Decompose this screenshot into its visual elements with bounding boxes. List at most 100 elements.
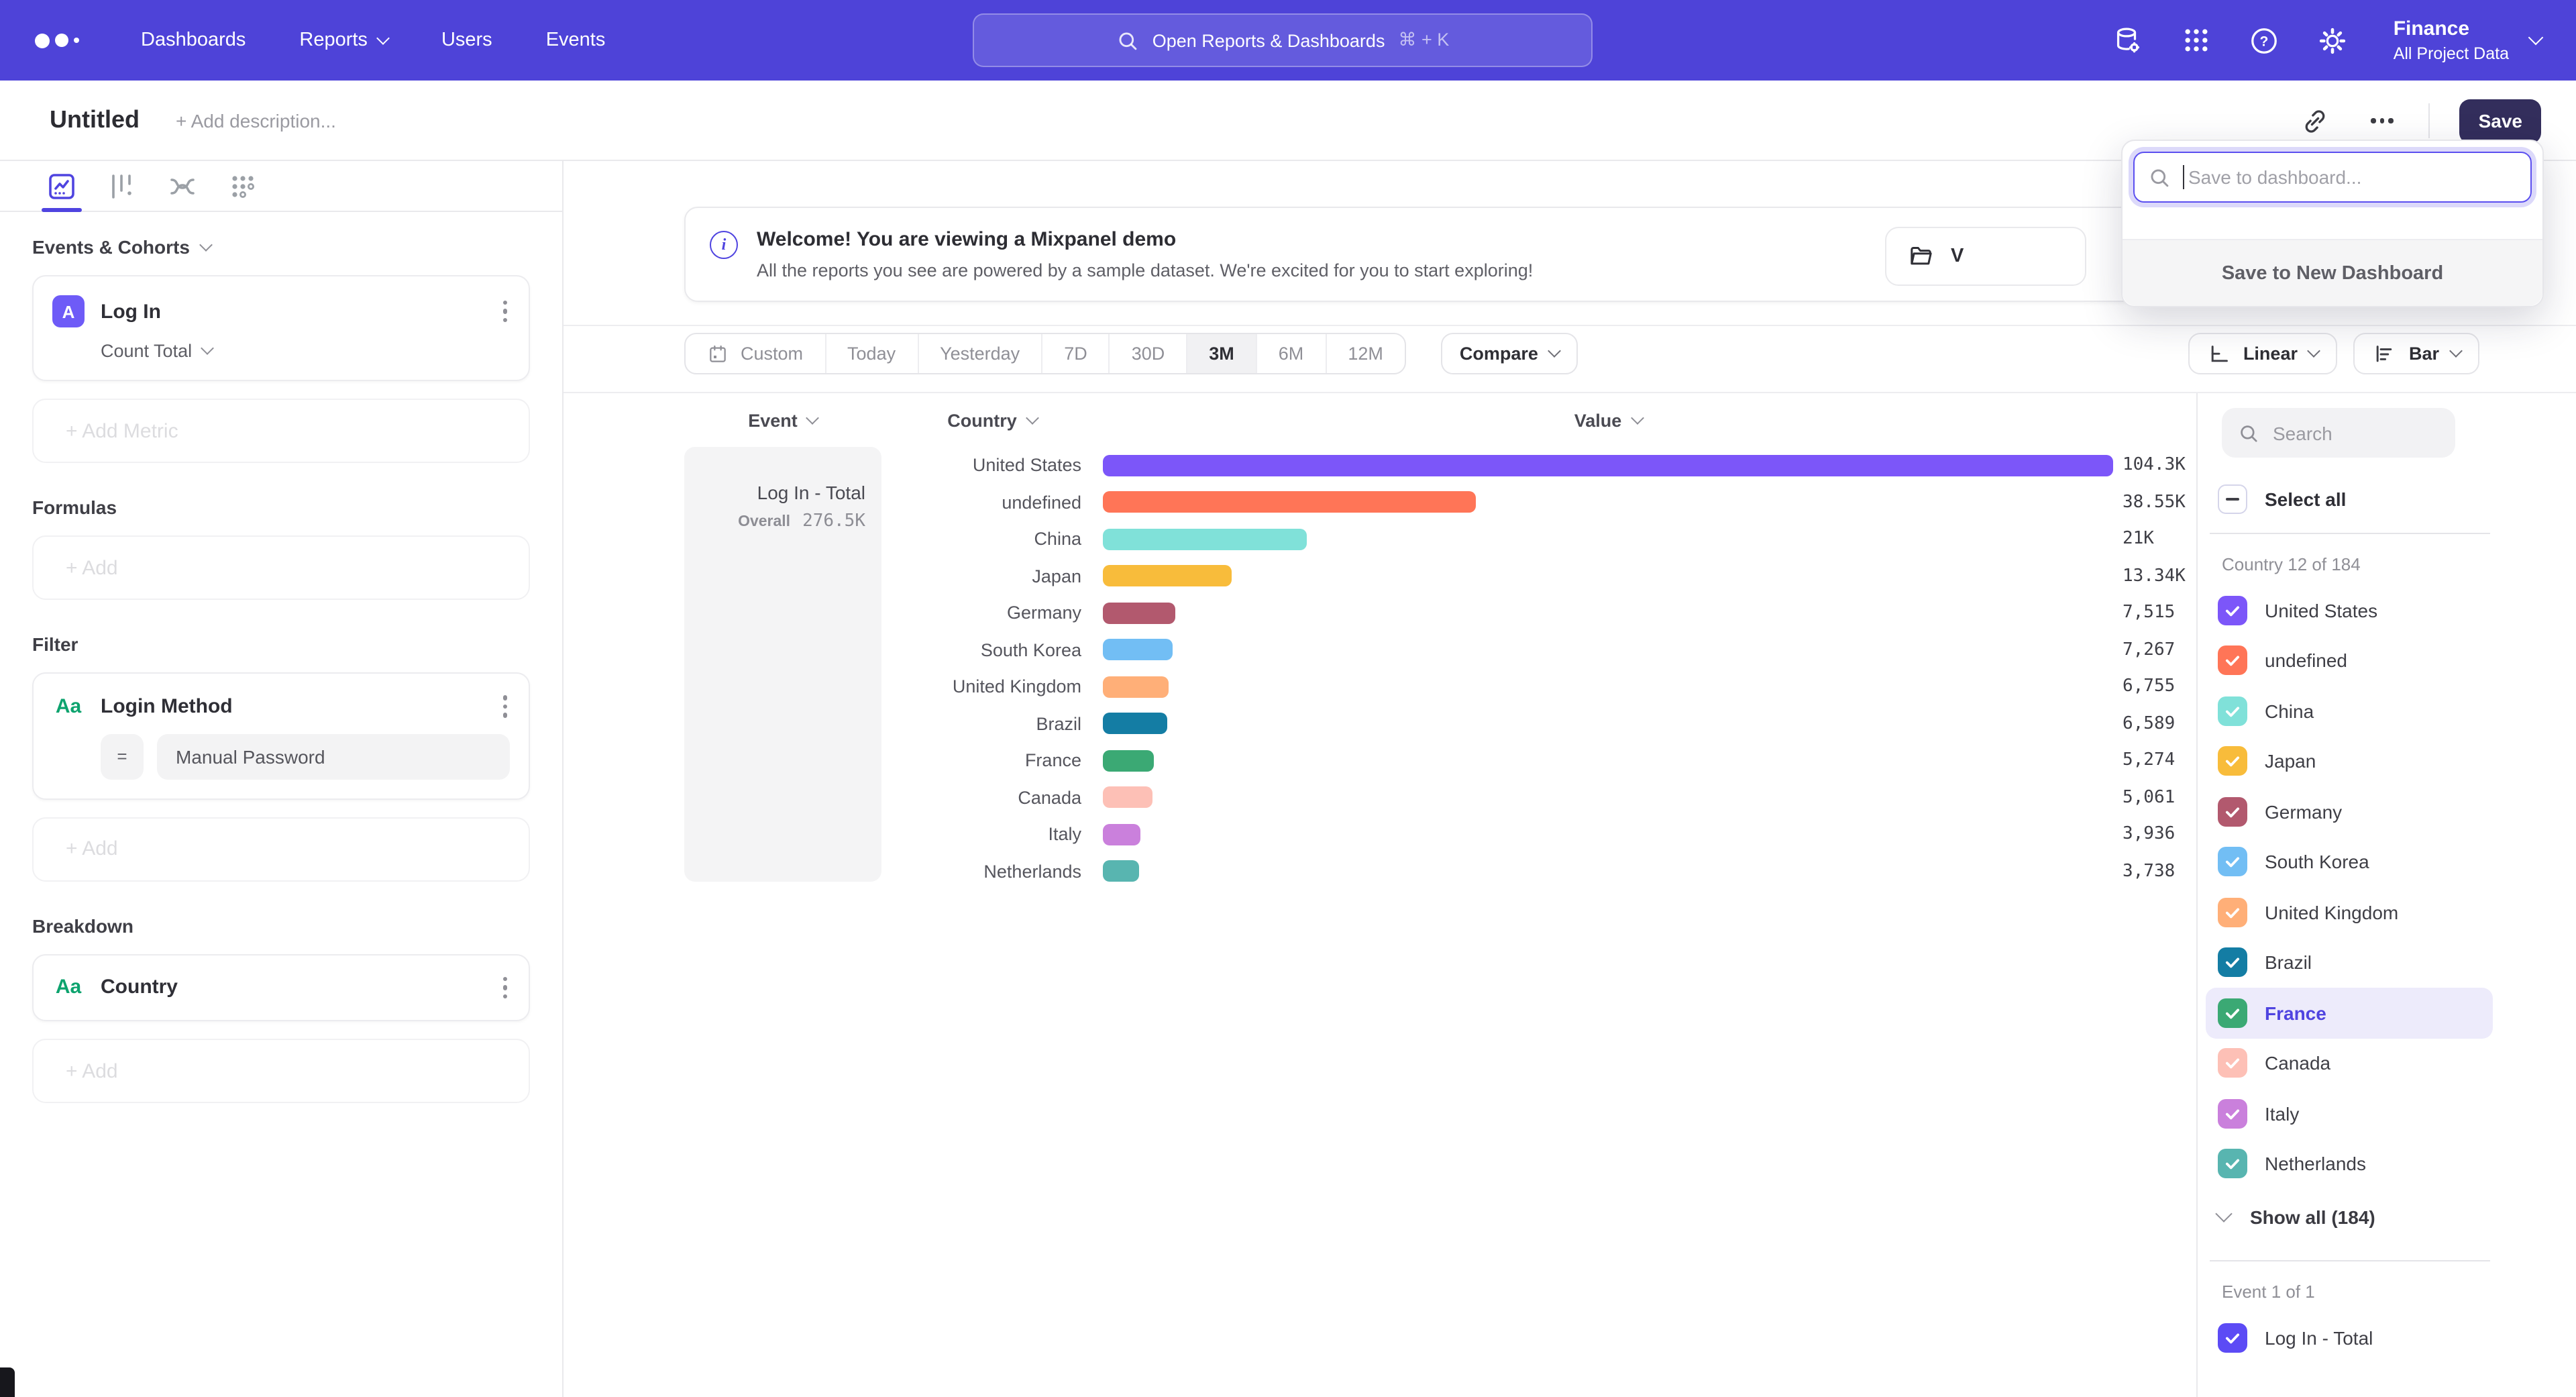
legend-country-united-kingdom[interactable]: United Kingdom: [2206, 887, 2493, 937]
range-12m[interactable]: 12M: [1326, 334, 1405, 373]
bar[interactable]: [1103, 824, 1141, 845]
bar[interactable]: [1103, 566, 1232, 587]
project-switcher[interactable]: Finance All Project Data: [2394, 18, 2541, 63]
bar[interactable]: [1103, 603, 1176, 624]
save-to-new-dashboard-button[interactable]: Save to New Dashboard: [2123, 239, 2542, 306]
show-all-button[interactable]: Show all (184): [2218, 1192, 2576, 1241]
legend-country-italy[interactable]: Italy: [2206, 1088, 2493, 1139]
bar[interactable]: [1103, 861, 1139, 882]
add-formula-button[interactable]: + Add: [32, 535, 530, 600]
add-breakdown-button[interactable]: + Add: [32, 1039, 530, 1103]
legend-search-input[interactable]: Search: [2222, 408, 2455, 458]
nav-events[interactable]: Events: [546, 30, 606, 51]
filter-value[interactable]: Manual Password: [157, 733, 510, 779]
event-series-card[interactable]: Log In - Total Overall 276.5K: [684, 447, 881, 882]
bar[interactable]: [1103, 750, 1154, 772]
range-3m[interactable]: 3M: [1187, 334, 1257, 373]
legend-country-united-states[interactable]: United States: [2206, 585, 2493, 635]
tab-funnels-icon[interactable]: [105, 168, 140, 203]
range-30d[interactable]: 30D: [1110, 334, 1188, 373]
add-description-button[interactable]: + Add description...: [176, 109, 336, 131]
more-actions-icon[interactable]: [2365, 103, 2400, 138]
copy-link-icon[interactable]: [2298, 103, 2332, 138]
bar[interactable]: [1103, 676, 1169, 698]
checkbox-checked[interactable]: [2218, 1323, 2247, 1353]
check-icon: [2223, 702, 2242, 721]
metric-aggregation[interactable]: Count Total: [101, 341, 510, 361]
select-all-row[interactable]: Select all: [2218, 484, 2576, 514]
kebab-menu-icon[interactable]: [500, 692, 510, 720]
global-search-button[interactable]: Open Reports & Dashboards ⌘ + K: [973, 13, 1593, 67]
breakdown-property-name[interactable]: Country: [101, 976, 178, 999]
column-header-value[interactable]: Value: [1103, 410, 2113, 430]
range-custom[interactable]: Custom: [686, 334, 826, 373]
report-title[interactable]: Untitled: [50, 106, 140, 134]
events-cohorts-header[interactable]: Events & Cohorts: [32, 236, 530, 258]
legend-country-canada[interactable]: Canada: [2206, 1038, 2493, 1088]
metric-card[interactable]: A Log In Count Total: [32, 275, 530, 381]
nav-users[interactable]: Users: [441, 30, 492, 51]
bar[interactable]: [1103, 492, 1477, 513]
checkbox-checked[interactable]: [2218, 998, 2247, 1028]
legend-country-china[interactable]: China: [2206, 686, 2493, 736]
column-header-country[interactable]: Country: [881, 410, 1103, 430]
compare-button[interactable]: Compare: [1441, 333, 1578, 374]
range-today[interactable]: Today: [826, 334, 918, 373]
view-boards-button[interactable]: V: [1885, 227, 2086, 286]
checkbox-checked[interactable]: [2218, 1049, 2247, 1078]
select-all-checkbox[interactable]: [2218, 484, 2247, 514]
legend-country-undefined[interactable]: undefined: [2206, 635, 2493, 686]
checkbox-checked[interactable]: [2218, 1149, 2247, 1179]
data-management-icon[interactable]: [2112, 24, 2144, 56]
breakdown-card[interactable]: Aa Country: [32, 953, 530, 1021]
chart-type-button[interactable]: Bar: [2354, 333, 2479, 374]
legend-country-south-korea[interactable]: South Korea: [2206, 837, 2493, 887]
checkbox-checked[interactable]: [2218, 1099, 2247, 1129]
apps-grid-icon[interactable]: [2180, 24, 2212, 56]
checkbox-checked[interactable]: [2218, 797, 2247, 827]
filter-property-name[interactable]: Login Method: [101, 695, 233, 718]
bar[interactable]: [1103, 639, 1173, 661]
chart-row: Netherlands3,738: [881, 853, 2186, 890]
filter-card[interactable]: Aa Login Method = Manual Password: [32, 672, 530, 799]
scale-toggle-button[interactable]: Linear: [2188, 333, 2338, 374]
nav-reports[interactable]: Reports: [299, 30, 388, 51]
legend-country-germany[interactable]: Germany: [2206, 786, 2493, 837]
legend-country-netherlands[interactable]: Netherlands: [2206, 1139, 2493, 1189]
tab-retention-icon[interactable]: [225, 168, 260, 203]
checkbox-checked[interactable]: [2218, 898, 2247, 927]
help-icon[interactable]: ?: [2249, 24, 2281, 56]
checkbox-checked[interactable]: [2218, 747, 2247, 776]
mixpanel-logo-icon[interactable]: [35, 33, 79, 48]
checkbox-checked[interactable]: [2218, 847, 2247, 877]
column-header-event[interactable]: Event: [684, 410, 881, 430]
tab-flows-icon[interactable]: [165, 168, 200, 203]
bar[interactable]: [1103, 787, 1152, 809]
legend-event-log-in---total[interactable]: Log In - Total: [2206, 1312, 2493, 1363]
checkbox-checked[interactable]: [2218, 696, 2247, 726]
bar[interactable]: [1103, 713, 1167, 735]
metric-name[interactable]: Log In: [101, 300, 161, 323]
checkbox-checked[interactable]: [2218, 646, 2247, 676]
legend-country-brazil[interactable]: Brazil: [2206, 937, 2493, 988]
nav-dashboards[interactable]: Dashboards: [141, 30, 246, 51]
range-yesterday[interactable]: Yesterday: [918, 334, 1042, 373]
legend-country-france[interactable]: France: [2206, 988, 2493, 1038]
add-metric-button[interactable]: + Add Metric: [32, 399, 530, 463]
filter-operator[interactable]: =: [101, 733, 144, 779]
settings-gear-icon[interactable]: [2317, 24, 2349, 56]
bar[interactable]: [1103, 529, 1306, 550]
legend-country-japan[interactable]: Japan: [2206, 736, 2493, 786]
save-button[interactable]: Save: [2460, 99, 2541, 143]
save-to-dashboard-input[interactable]: Save to dashboard...: [2133, 152, 2532, 203]
checkbox-checked[interactable]: [2218, 596, 2247, 625]
bar[interactable]: [1103, 455, 2113, 476]
tab-insights-icon[interactable]: [44, 168, 79, 203]
range-6m[interactable]: 6M: [1257, 334, 1327, 373]
add-filter-button[interactable]: + Add: [32, 817, 530, 881]
kebab-menu-icon[interactable]: [500, 298, 510, 325]
checkbox-checked[interactable]: [2218, 948, 2247, 978]
bar-track: [1103, 566, 2113, 587]
range-7d[interactable]: 7D: [1042, 334, 1110, 373]
kebab-menu-icon[interactable]: [500, 974, 510, 1001]
